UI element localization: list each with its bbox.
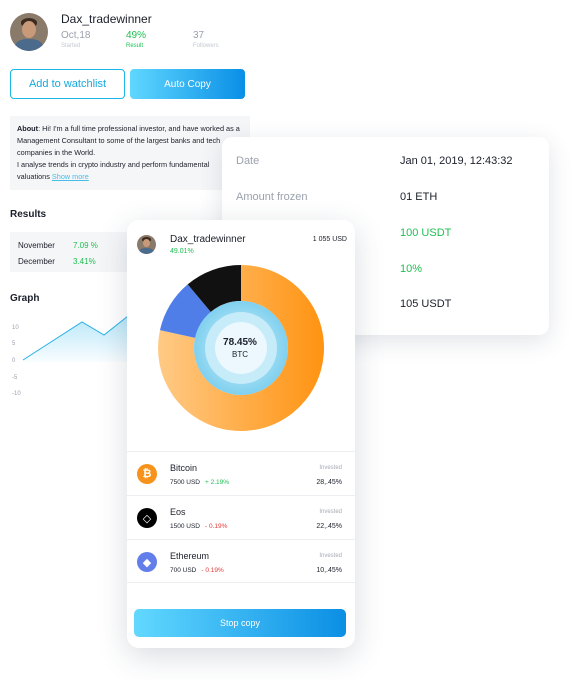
trader-avatar xyxy=(137,235,156,254)
coin-row-bitcoin[interactable]: ₿ Bitcoin 7500 USD + 2.19% Invested 28,.4… xyxy=(127,451,355,495)
invested-label: Invested xyxy=(319,465,342,471)
coin-name: Eos xyxy=(170,507,186,517)
ethereum-icon: ◆ xyxy=(137,552,157,572)
portfolio-total: 1 055 USD xyxy=(312,236,347,243)
trader-avatar xyxy=(10,13,48,51)
coin-name: Ethereum xyxy=(170,551,210,561)
coin-row-ethereum[interactable]: ◆ Ethereum 700 USD - 0.19% Invested 10,.4… xyxy=(127,539,355,583)
invested-value: 28,.45% xyxy=(316,479,342,486)
result-row: December 3.41% xyxy=(18,257,96,266)
graph-title: Graph xyxy=(10,293,40,304)
show-more-link[interactable]: Show more xyxy=(52,172,89,181)
coin-amount: 7500 USD + 2.19% xyxy=(170,479,230,486)
graph-y-tick: -5 xyxy=(12,375,18,381)
graph-y-tick: -10 xyxy=(12,391,21,397)
add-to-watchlist-button[interactable]: Add to watchlist xyxy=(10,69,125,99)
allocation-donut-chart xyxy=(158,265,324,431)
trader-name: Dax_tradewinner xyxy=(61,12,152,26)
results-title: Results xyxy=(10,209,47,220)
performance-graph xyxy=(22,315,129,362)
stat-started: Oct,18 Started xyxy=(61,30,91,49)
donut-center-value: 78.45% xyxy=(223,337,257,348)
auto-copy-button[interactable]: Auto Copy xyxy=(130,69,245,99)
portfolio-card: Dax_tradewinner 49.01% 1 055 USD 78.45% … xyxy=(127,220,355,648)
coin-amount: 700 USD - 0.19% xyxy=(170,567,224,574)
coin-name: Bitcoin xyxy=(170,463,198,473)
graph-y-tick: 10 xyxy=(12,325,19,331)
donut-inner-ring xyxy=(215,322,267,374)
bitcoin-icon: ₿ xyxy=(137,464,157,484)
result-row: November 7.09 % xyxy=(18,241,98,250)
portfolio-result: 49.01% xyxy=(170,248,194,255)
about-section: About: Hi! I'm a full time professional … xyxy=(10,116,250,190)
stop-copy-button[interactable]: Stop copy xyxy=(134,609,346,637)
invested-label: Invested xyxy=(319,509,342,515)
invested-label: Invested xyxy=(319,553,342,559)
graph-y-tick: 0 xyxy=(12,358,16,364)
invested-value: 22,.45% xyxy=(316,523,342,530)
invested-value: 10,.45% xyxy=(316,567,342,574)
coin-amount: 1500 USD - 0.19% xyxy=(170,523,228,530)
donut-center-coin: BTC xyxy=(232,350,248,359)
portfolio-trader-name: Dax_tradewinner xyxy=(170,234,246,245)
stat-followers: 37 Followers xyxy=(193,30,219,49)
graph-y-tick: 5 xyxy=(12,341,16,347)
coin-row-eos[interactable]: ◇ Eos 1500 USD - 0.19% Invested 22,.45% xyxy=(127,495,355,539)
eos-icon: ◇ xyxy=(137,508,157,528)
stat-result: 49% Result xyxy=(126,30,147,49)
